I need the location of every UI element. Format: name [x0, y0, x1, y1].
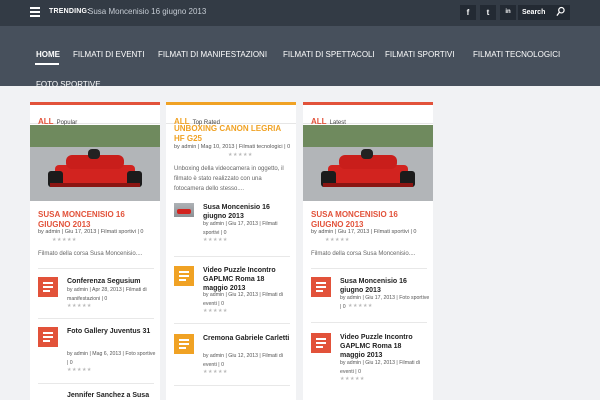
featured-meta: by admin | Mag 10, 2013 | Filmati tecnol… — [174, 144, 291, 150]
article-icon[interactable] — [38, 277, 58, 297]
race-car-image — [303, 125, 433, 201]
featured-excerpt: Unboxing della videocamera in oggetto, i… — [174, 166, 284, 192]
list-item-title[interactable]: Video Puzzle Incontro GAPLMC Roma 18 mag… — [340, 333, 428, 360]
nav-foto-sportive[interactable]: FOTO SPORTIVE — [36, 80, 101, 89]
rating-stars: ★★★★★ — [340, 376, 365, 382]
item-thumbnail[interactable] — [174, 203, 194, 217]
divider — [174, 385, 290, 386]
nav-filmati-di-eventi[interactable]: FILMATI DI EVENTI — [73, 50, 144, 59]
featured-title[interactable]: UNBOXING CANON LEGRIA HF G25 — [174, 124, 292, 144]
facebook-icon[interactable]: f — [460, 5, 476, 20]
nav-home[interactable]: HOME — [36, 50, 60, 59]
featured-title[interactable]: SUSA MONCENISIO 16 GIUGNO 2013 — [311, 210, 429, 230]
nav-active-indicator — [35, 63, 59, 65]
list-item-title[interactable]: Video Puzzle Incontro GAPLMC Roma 18 mag… — [203, 266, 291, 293]
rating-stars: ★★★★★ — [52, 237, 77, 243]
list-item-meta: by admin | Apr 28, 2013 | Filmati di man… — [67, 287, 147, 302]
list-item-title[interactable]: Cremona Gabriele Carletti — [203, 334, 291, 343]
featured-title[interactable]: SUSA MONCENISIO 16 GIUGNO 2013 — [38, 210, 156, 230]
race-car-thumb — [177, 209, 191, 214]
rating-stars: ★★★★★ — [348, 303, 373, 309]
search-icon[interactable] — [556, 6, 565, 18]
divider — [38, 268, 154, 269]
twitter-icon[interactable]: t — [480, 5, 496, 20]
latest-column: ALL Latest SUSA MONCENISIO 16 GIUGNO 2013… — [303, 102, 433, 400]
menu-icon[interactable] — [30, 7, 40, 19]
column-header: ALL Top Rated — [166, 105, 296, 126]
divider — [174, 323, 290, 324]
divider — [38, 383, 154, 384]
rating-stars: ★★★★★ — [325, 237, 350, 243]
list-item-meta: by admin | Giu 12, 2013 | Filmati di eve… — [203, 292, 283, 307]
article-icon[interactable] — [311, 333, 331, 353]
column-header: ALL Popular — [30, 105, 160, 126]
column-header: ALL Latest — [303, 105, 433, 126]
popular-column: ALL Popular SUSA MONCENISIO 16 GIUGNO 201… — [30, 102, 160, 400]
divider — [311, 322, 427, 323]
featured-image[interactable] — [30, 125, 160, 201]
race-car-image — [30, 125, 160, 201]
list-item-title[interactable]: Susa Moncenisio 16 giugno 2013 — [340, 277, 428, 295]
list-item-title[interactable]: Susa Moncenisio 16 giugno 2013 — [203, 203, 291, 221]
featured-excerpt: Filmato della corsa Susa Moncenisio.... — [311, 251, 416, 257]
rating-stars: ★★★★★ — [203, 237, 228, 243]
article-icon[interactable] — [311, 277, 331, 297]
rating-stars: ★★★★★ — [203, 369, 228, 375]
list-item-title[interactable]: Conferenza Segusium — [67, 277, 155, 286]
rating-stars: ★★★★★ — [228, 152, 253, 158]
list-item-meta: by admin | Giu 12, 2013 | Filmati di eve… — [340, 360, 420, 375]
divider — [38, 318, 154, 319]
trending-label: TRENDING: — [49, 8, 90, 15]
article-icon[interactable] — [174, 334, 194, 354]
rating-stars: ★★★★★ — [67, 367, 92, 373]
featured-meta: by admin | Giu 17, 2013 | Filmati sporti… — [311, 229, 417, 235]
instagram-icon[interactable]: in — [500, 5, 516, 20]
list-item-title[interactable]: Foto Gallery Juventus 31 — [67, 327, 155, 336]
nav-filmati-di-spettacoli[interactable]: FILMATI DI SPETTACOLI — [283, 50, 375, 59]
top-bar: TRENDING: Susa Moncenisio 16 giugno 2013… — [0, 0, 600, 26]
rating-stars: ★★★★★ — [67, 303, 92, 309]
divider — [174, 256, 290, 257]
list-item-meta: by admin | Mag 6, 2013 | Foto sportive |… — [67, 351, 156, 366]
nav-filmati-tecnologici[interactable]: FILMATI TECNOLOGICI — [473, 50, 560, 59]
featured-image[interactable] — [303, 125, 433, 201]
top-rated-column: ALL Top Rated UNBOXING CANON LEGRIA HF G2… — [166, 102, 296, 400]
list-item-meta: by admin | Giu 17, 2013 | Filmati sporti… — [203, 221, 278, 236]
main-nav: HOME FILMATI DI EVENTI FILMATI DI MANIFE… — [0, 26, 600, 89]
rating-stars: ★★★★★ — [203, 308, 228, 314]
article-icon[interactable] — [38, 327, 58, 347]
article-icon[interactable] — [174, 266, 194, 286]
list-item-meta: by admin | Giu 12, 2013 | Filmati di eve… — [203, 353, 283, 368]
nav-filmati-di-manifestazioni[interactable]: FILMATI DI MANIFESTAZIONI — [158, 50, 267, 59]
trending-link[interactable]: Susa Moncenisio 16 giugno 2013 — [88, 7, 206, 16]
nav-filmati-sportivi[interactable]: FILMATI SPORTIVI — [385, 50, 455, 59]
featured-excerpt: Filmato della corsa Susa Moncenisio.... — [38, 251, 143, 257]
featured-meta: by admin | Giu 17, 2013 | Filmati sporti… — [38, 229, 144, 235]
divider — [311, 268, 427, 269]
list-item-title[interactable]: Jennifer Sanchez a Susa — [67, 391, 155, 400]
